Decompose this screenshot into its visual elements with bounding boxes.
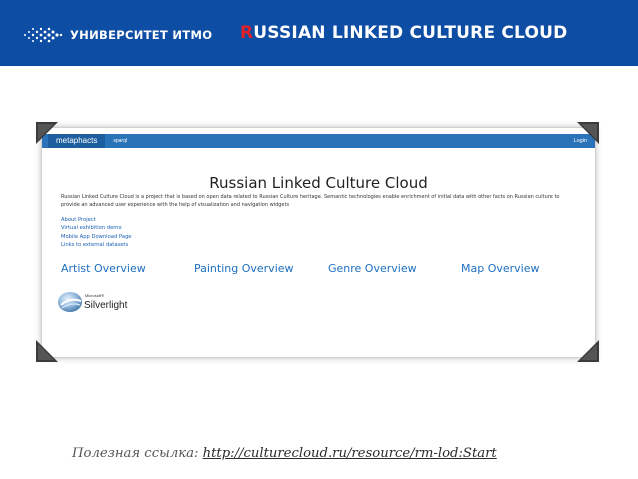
website-title: Russian Linked Culture Cloud <box>209 174 428 192</box>
link-virtual-exhibition[interactable]: Virtual exhibition demo <box>61 224 131 232</box>
slide-title-first-letter: R <box>240 23 254 43</box>
photo-corner-bottom-left <box>36 340 58 362</box>
useful-link-line: Полезная ссылка: http://culturecloud.ru/… <box>72 446 497 461</box>
map-overview-link[interactable]: Map Overview <box>461 262 540 275</box>
silverlight-badge[interactable]: Microsoft® Silverlight <box>56 288 136 318</box>
artist-overview-link[interactable]: Artist Overview <box>61 262 146 275</box>
slide-title-rest: USSIAN LINKED CULTURE CLOUD <box>253 23 568 43</box>
genre-overview-link[interactable]: Genre Overview <box>328 262 417 275</box>
useful-link-label: Полезная ссылка: <box>72 446 199 461</box>
website-description: Russian Linked Culture Cloud is a projec… <box>61 194 560 208</box>
itmo-dots-icon <box>24 27 63 43</box>
photo-corner-top-left <box>36 122 58 144</box>
website-navbar: metaphacts sparql Login <box>42 134 595 148</box>
useful-link-url[interactable]: http://culturecloud.ru/resource/rm-lod:S… <box>203 446 497 461</box>
website-screenshot: metaphacts sparql Login Russian Linked C… <box>41 127 596 358</box>
silverlight-name: Silverlight <box>84 300 128 311</box>
photo-corner-top-right <box>577 122 599 144</box>
slide-title: RUSSIAN LINKED CULTURE CLOUD <box>240 23 567 49</box>
navbar-sparql-link[interactable]: sparql <box>113 138 127 144</box>
itmo-logo: УНИВЕРСИТЕТ ИТМО <box>22 25 212 45</box>
silverlight-vendor: Microsoft® <box>85 293 105 298</box>
link-about-project[interactable]: About Project <box>61 216 131 224</box>
website-page: metaphacts sparql Login Russian Linked C… <box>42 128 595 357</box>
org-name: УНИВЕРСИТЕТ ИТМО <box>70 28 213 42</box>
painting-overview-link[interactable]: Painting Overview <box>194 262 294 275</box>
link-mobile-app[interactable]: Mobile App Download Page <box>61 233 131 241</box>
photo-corner-bottom-right <box>577 340 599 362</box>
website-links: About Project Virtual exhibition demo Mo… <box>61 216 131 250</box>
header-band: УНИВЕРСИТЕТ ИТМО RUSSIAN LINKED CULTURE … <box>0 0 638 66</box>
link-external-datasets[interactable]: Links to external datasets <box>61 241 131 249</box>
silverlight-logo-icon <box>58 292 82 312</box>
